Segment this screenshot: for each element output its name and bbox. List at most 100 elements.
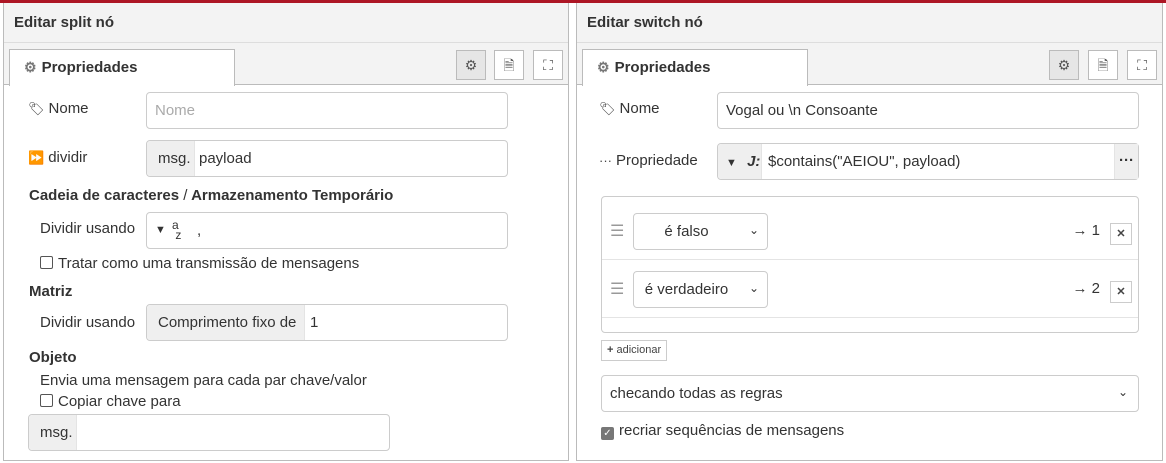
recreate-checkbox[interactable]: ✓ <box>601 427 614 440</box>
stream-checkbox[interactable] <box>40 256 53 269</box>
recreate-label: recriar sequências de mensagens <box>619 422 845 439</box>
gear-icon: ⚙ <box>24 59 37 75</box>
copy-key-input[interactable]: msg. <box>28 414 390 451</box>
fixed-length-value: 1 <box>310 314 319 331</box>
string-section-heading: Cadeia de caracteres / Armazenamento Tem… <box>29 187 393 204</box>
stream-checkbox-row[interactable]: Tratar como uma transmissão de mensagens <box>40 255 359 272</box>
msg-prefix: msg. <box>147 141 195 176</box>
name-label: 🏷 Nome <box>28 100 89 117</box>
buffer-section-title: Armazenamento Temporário <box>191 187 394 204</box>
jsonata-icon: J: <box>747 153 761 170</box>
copy-key-checkbox[interactable] <box>40 394 53 407</box>
chevron-down-icon: ⌄ <box>1117 385 1128 399</box>
divide-label: ⏩ dividir <box>28 149 87 166</box>
close-icon: ✕ <box>1116 286 1126 298</box>
copy-key-label: Copiar chave para <box>58 393 181 410</box>
gear-icon: ⚙ <box>464 57 478 73</box>
type-selector[interactable]: ▼ J: <box>718 144 762 179</box>
name-input[interactable]: Vogal ou \n Consoante <box>717 92 1139 129</box>
split-editor-panel: Editar split nó ⚙ Propriedades ⚙ 🗎 ⛶ 🏷 Nom… <box>3 3 569 461</box>
document-icon: 🗎 <box>1097 57 1109 73</box>
array-split-label: Dividir usando <box>40 314 136 331</box>
check-mode-value: checando todas as regras <box>610 385 783 402</box>
add-rule-label: adicionar <box>616 344 662 356</box>
rule-operator: é verdadeiro <box>644 281 729 298</box>
drag-handle-icon[interactable]: ☰ <box>610 221 624 241</box>
recreate-checkbox-row[interactable]: ✓ recriar sequências de mensagens <box>601 422 844 440</box>
msg-prefix: msg. <box>29 415 77 450</box>
settings-tab-button[interactable]: ⚙ <box>456 50 486 80</box>
name-label-text: Nome <box>48 100 89 117</box>
name-input[interactable]: Nome <box>146 92 508 129</box>
stream-label: Tratar como uma transmissão de mensagens <box>58 255 360 272</box>
array-length-input[interactable]: Comprimento fixo de 1 <box>146 304 508 341</box>
property-expression-input[interactable]: ▼ J: $contains("AEIOU", payload) ··· <box>717 143 1139 180</box>
document-icon: 🗎 <box>503 57 515 73</box>
remove-rule-button[interactable]: ✕ <box>1110 223 1132 245</box>
caret-down-icon[interactable]: ▼ <box>155 224 166 236</box>
name-label: 🏷 Nome <box>599 100 660 117</box>
split-editor-header: Editar split nó <box>4 3 568 43</box>
copy-key-checkbox-row[interactable]: Copiar chave para <box>40 393 181 410</box>
tab-properties[interactable]: ⚙ Propriedades <box>582 49 808 86</box>
settings-tab-button[interactable]: ⚙ <box>1049 50 1079 80</box>
fixed-length-prefix: Comprimento fixo de <box>147 305 305 340</box>
split-using-label: Dividir usando <box>40 220 136 237</box>
rules-list: ☰ é falso ⌄ → 1 ✕ ☰ é verdadeiro ⌄ → 2 ✕ <box>601 196 1139 333</box>
property-label: ··· Propriedade <box>599 152 698 169</box>
appearance-tab-button[interactable]: ⛶ <box>1127 50 1157 80</box>
expression-editor-button[interactable]: ··· <box>1114 144 1138 179</box>
split-tabbar: ⚙ Propriedades ⚙ 🗎 ⛶ <box>4 43 568 86</box>
gear-icon: ⚙ <box>597 59 610 75</box>
array-section-heading: Matriz <box>29 283 73 300</box>
object-description: Envia uma mensagem para cada par chave/v… <box>40 372 367 389</box>
check-mode-select[interactable]: checando todas as regras ⌄ <box>601 375 1139 412</box>
tab-properties[interactable]: ⚙ Propriedades <box>9 49 235 86</box>
section-separator: / <box>183 187 188 204</box>
drag-handle-icon[interactable]: ☰ <box>610 279 624 299</box>
tab-properties-label: Propriedades <box>614 59 711 76</box>
frame-icon: ⛶ <box>1137 57 1147 73</box>
property-expression: $contains("AEIOU", payload) <box>768 153 961 170</box>
chevron-down-icon: ⌄ <box>748 281 759 295</box>
frame-icon: ⛶ <box>543 57 553 73</box>
object-section-heading: Objeto <box>29 349 77 366</box>
switch-editor-header: Editar switch nó <box>577 3 1162 43</box>
string-section-title: Cadeia de caracteres <box>29 187 180 204</box>
appearance-tab-button[interactable]: ⛶ <box>533 50 563 80</box>
forward-icon: ⏩ <box>28 150 45 165</box>
switch-tabbar: ⚙ Propriedades ⚙ 🗎 ⛶ <box>577 43 1162 86</box>
switch-editor-title: Editar switch nó <box>587 14 703 31</box>
rule-row: ☰ é falso ⌄ → 1 ✕ <box>602 202 1138 260</box>
add-rule-button[interactable]: + adicionar <box>601 340 668 361</box>
tab-properties-label: Propriedades <box>41 59 138 76</box>
description-tab-button[interactable]: 🗎 <box>494 50 524 80</box>
property-label-text: Propriedade <box>616 152 698 169</box>
close-icon: ✕ <box>1116 228 1126 240</box>
string-type-icon: a z <box>172 218 182 242</box>
switch-editor-panel: Editar switch nó ⚙ Propriedades ⚙ 🗎 ⛶ 🏷 No… <box>576 3 1163 461</box>
rule-output: → 2 <box>1072 280 1100 297</box>
tag-icon: 🏷 <box>599 101 616 116</box>
rule-operator-select[interactable]: é verdadeiro ⌄ <box>633 271 768 308</box>
split-using-value: , <box>197 222 202 239</box>
divide-property-input[interactable]: msg. payload <box>146 140 508 177</box>
name-placeholder: Nome <box>155 102 196 119</box>
rule-row: ☰ é verdadeiro ⌄ → 2 ✕ <box>602 260 1138 318</box>
chevron-down-icon: ⌄ <box>748 223 759 237</box>
gear-icon: ⚙ <box>1057 57 1071 73</box>
plus-icon: + <box>607 344 614 356</box>
remove-rule-button[interactable]: ✕ <box>1110 281 1132 303</box>
name-value: Vogal ou \n Consoante <box>726 102 878 119</box>
name-label-text: Nome <box>619 100 660 117</box>
description-tab-button[interactable]: 🗎 <box>1088 50 1118 80</box>
caret-down-icon: ▼ <box>726 157 737 169</box>
split-using-input[interactable]: ▼ a z , <box>146 212 508 249</box>
divide-label-text: dividir <box>48 149 88 166</box>
more-icon: ··· <box>1119 152 1134 169</box>
divide-value: payload <box>199 150 252 167</box>
rule-operator-select[interactable]: é falso ⌄ <box>633 213 768 250</box>
ellipsis-icon: ··· <box>599 153 612 168</box>
rule-output: → 1 <box>1072 222 1100 239</box>
split-editor-title: Editar split nó <box>14 14 115 31</box>
